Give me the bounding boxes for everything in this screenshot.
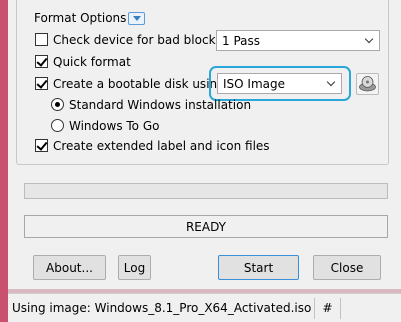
chevron-down-icon [326, 77, 336, 87]
progress-bar [24, 183, 388, 199]
close-button-label: Close [330, 260, 364, 275]
windows-to-go-label[interactable]: Windows To Go [69, 119, 159, 133]
log-button-label: Log [123, 260, 146, 275]
select-image-button[interactable] [356, 73, 379, 95]
extended-label-checkbox[interactable] [35, 139, 48, 152]
chevron-down-icon [364, 34, 374, 44]
start-button-label: Start [243, 260, 274, 275]
log-button[interactable]: Log [118, 255, 151, 280]
standard-windows-label[interactable]: Standard Windows installation [69, 98, 251, 112]
windows-to-go-row[interactable]: Windows To Go [51, 117, 159, 134]
format-options-title: Format Options [34, 11, 127, 25]
toggle-advanced-icon[interactable] [128, 12, 146, 25]
check-bad-blocks-checkbox[interactable] [35, 33, 48, 46]
bootable-disk-row[interactable]: Create a bootable disk using [35, 75, 225, 92]
bootable-disk-checkbox[interactable] [35, 77, 48, 90]
windows-to-go-radio[interactable] [51, 119, 64, 132]
passes-select[interactable]: 1 Pass [216, 30, 380, 51]
about-button[interactable]: About... [33, 255, 106, 280]
quick-format-checkbox[interactable] [35, 55, 48, 68]
passes-value: 1 Pass [222, 33, 261, 48]
extended-label-row[interactable]: Create extended label and icon files [35, 137, 270, 154]
status-bar-message-text: Using image: Windows_8.1_Pro_X64_Activat… [12, 301, 312, 315]
status-bar: Using image: Windows_8.1_Pro_X64_Activat… [8, 293, 401, 322]
hash-button[interactable]: # [315, 297, 341, 319]
hash-label: # [322, 301, 333, 315]
boot-selection-value: ISO Image [223, 76, 285, 91]
standard-windows-row[interactable]: Standard Windows installation [51, 96, 251, 113]
status-box: READY [24, 215, 388, 238]
close-button[interactable]: Close [313, 255, 381, 280]
check-bad-blocks-label[interactable]: Check device for bad blocks [53, 33, 222, 47]
format-options-header: Format Options [34, 11, 148, 26]
status-text: READY [185, 219, 227, 234]
bootable-disk-label[interactable]: Create a bootable disk using [53, 77, 225, 91]
quick-format-row[interactable]: Quick format [35, 53, 131, 70]
start-button[interactable]: Start [218, 255, 299, 280]
quick-format-label[interactable]: Quick format [53, 55, 131, 69]
status-bar-message: Using image: Windows_8.1_Pro_X64_Activat… [8, 297, 315, 319]
boot-selection-select[interactable]: ISO Image [217, 73, 342, 94]
about-button-label: About... [46, 260, 93, 275]
window-border [0, 0, 8, 322]
extended-label-label[interactable]: Create extended label and icon files [53, 139, 270, 153]
standard-windows-radio[interactable] [51, 98, 64, 111]
disc-drive-icon [359, 76, 376, 92]
check-bad-blocks-row[interactable]: Check device for bad blocks [35, 31, 222, 48]
